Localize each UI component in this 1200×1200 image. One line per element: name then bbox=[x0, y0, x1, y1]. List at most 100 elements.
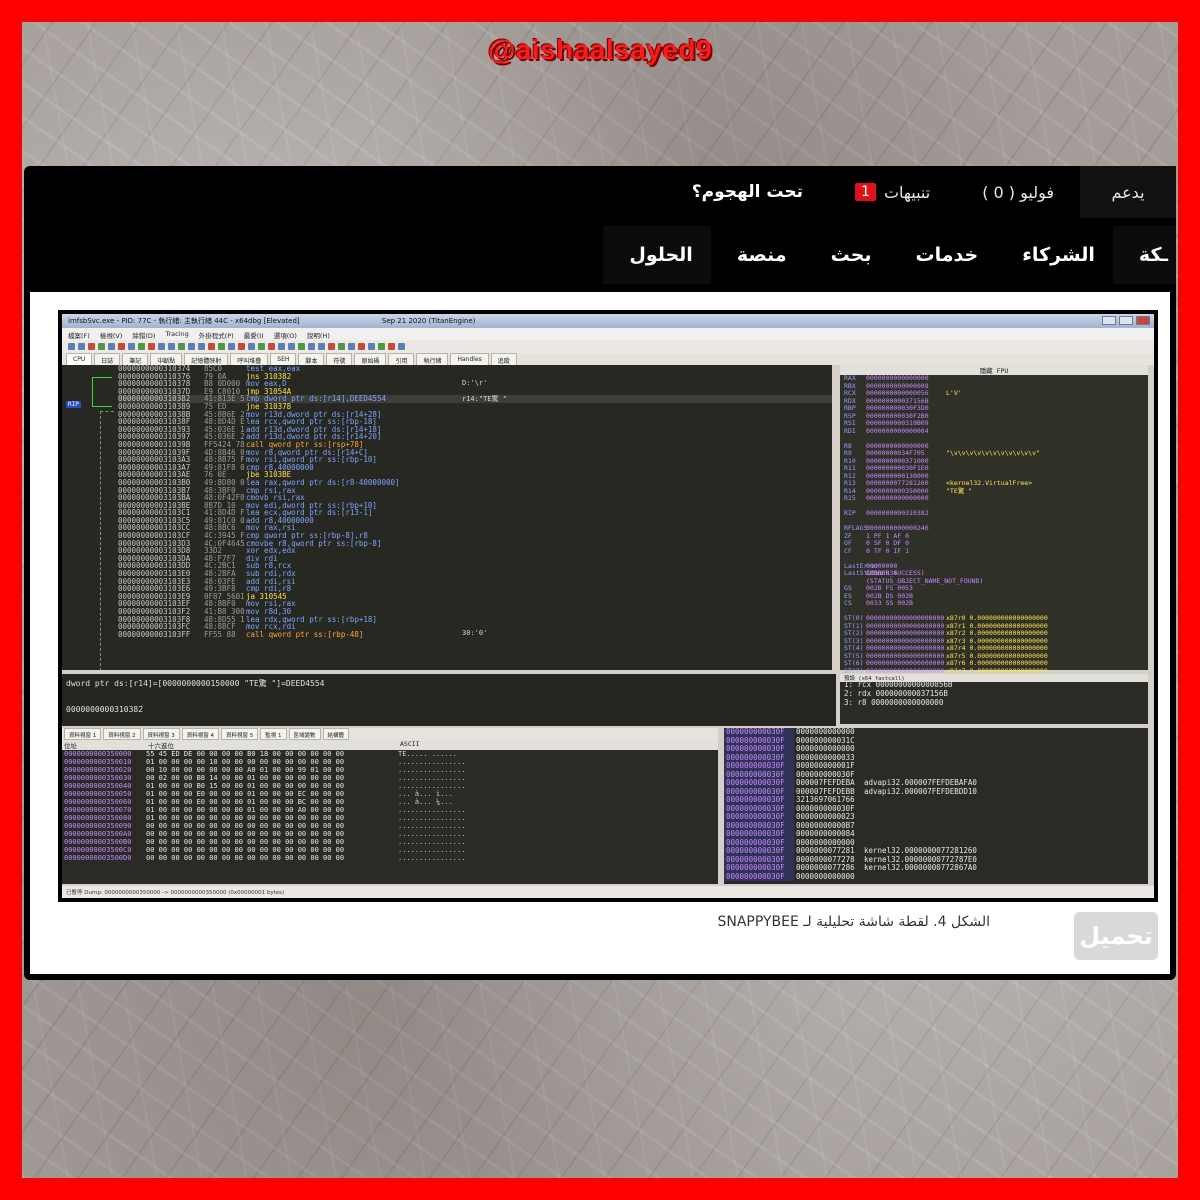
menu-item[interactable]: 檔案(F) bbox=[68, 330, 90, 340]
nav-item-partners[interactable]: الشركاء bbox=[996, 226, 1113, 284]
tab-7[interactable]: 腳本 bbox=[298, 353, 325, 365]
tab-5[interactable]: 呼叫堆疊 bbox=[230, 353, 269, 365]
toolbar-icon[interactable] bbox=[248, 343, 255, 350]
dump-row[interactable]: 0000000000350010 01 00 00 00 00 10 00 00 … bbox=[62, 758, 718, 766]
dump-tab-7[interactable]: 結構體 bbox=[322, 728, 350, 740]
nav-item-research[interactable]: بحث bbox=[805, 226, 890, 284]
toolbar-icon[interactable] bbox=[68, 343, 75, 350]
toolbar-icon[interactable] bbox=[358, 343, 365, 350]
dump-row[interactable]: 0000000000350030 00 02 00 00 B8 14 00 00 … bbox=[62, 774, 718, 782]
dump-tab-3[interactable]: 資料視窗 4 bbox=[181, 728, 219, 740]
dump-tab-6[interactable]: 區域變數 bbox=[288, 728, 321, 740]
toolbar-icon[interactable] bbox=[328, 343, 335, 350]
toolbar-icon[interactable] bbox=[348, 343, 355, 350]
toolbar-icon[interactable] bbox=[228, 343, 235, 350]
toolbar-icon[interactable] bbox=[148, 343, 155, 350]
menu-item[interactable]: 最愛(I) bbox=[244, 330, 264, 340]
toolbar-icon[interactable] bbox=[88, 343, 95, 350]
toolbar-icon[interactable] bbox=[188, 343, 195, 350]
dump-row[interactable]: 0000000000350040 01 00 00 00 B0 15 00 00 … bbox=[62, 782, 718, 790]
stack-row[interactable]: 000000000030F 00000000000B7 bbox=[724, 821, 1148, 830]
tab-12[interactable]: Handles bbox=[450, 353, 489, 365]
menu-item[interactable]: 說明(H) bbox=[307, 330, 330, 340]
toolbar-icon[interactable] bbox=[138, 343, 145, 350]
toolbar-icon[interactable] bbox=[268, 343, 275, 350]
stack-row[interactable]: 000000000030F 3213697061766 bbox=[724, 795, 1148, 805]
support-link[interactable]: يدعم bbox=[1080, 166, 1176, 218]
stack-row[interactable]: 000000000030F 000007FEFDEBB advapi32.00000… bbox=[724, 787, 1148, 796]
tab-10[interactable]: 引用 bbox=[388, 353, 415, 365]
download-button[interactable]: تحميل bbox=[1074, 912, 1158, 960]
dump-row[interactable]: 0000000000350070 01 00 00 00 00 00 00 00 … bbox=[62, 806, 718, 814]
toolbar-icon[interactable] bbox=[338, 343, 345, 350]
stack-row[interactable]: 000000000030F 0000000000000 bbox=[724, 728, 1148, 737]
nav-item-network[interactable]: ـكة bbox=[1112, 226, 1176, 284]
toolbar-icon[interactable] bbox=[108, 343, 115, 350]
dump-row[interactable]: 00000000003500A0 00 00 00 00 00 00 00 00 … bbox=[62, 830, 718, 838]
dump-row[interactable]: 00000000003500B0 00 00 00 00 00 00 00 00 … bbox=[62, 838, 718, 846]
register-row[interactable]: CS 0033 SS 002B bbox=[840, 599, 1148, 608]
dump-row[interactable]: 0000000000350090 00 00 00 00 00 00 00 00 … bbox=[62, 822, 718, 830]
stack-row[interactable]: 000000000030F 0000000000033 bbox=[724, 753, 1148, 762]
nav-item-platform[interactable]: منصة bbox=[711, 226, 805, 284]
tab-3[interactable]: 中斷點 bbox=[150, 353, 183, 365]
stack-row[interactable]: 000000000030F 000000000031C bbox=[724, 736, 1148, 745]
dump-tab-4[interactable]: 資料視窗 5 bbox=[221, 728, 259, 740]
stack-row[interactable]: 000000000030F 0000000000000 bbox=[724, 744, 1148, 754]
menu-item[interactable]: 外掛程式(P) bbox=[199, 330, 234, 340]
toolbar-icon[interactable] bbox=[298, 343, 305, 350]
nav-item-services[interactable]: خدمات bbox=[890, 226, 997, 284]
dump-row[interactable]: 00000000003500D0 00 00 00 00 00 00 00 00 … bbox=[62, 854, 718, 862]
under-attack-link[interactable]: تحت الهجوم؟ bbox=[666, 166, 829, 218]
dump-tab-5[interactable]: 監視 1 bbox=[260, 728, 287, 740]
tab-2[interactable]: 筆記 bbox=[122, 353, 149, 365]
stack-row[interactable]: 000000000030F 0000000077286 kernel32.00000… bbox=[724, 863, 1148, 873]
follow-link[interactable]: فوليو ( 0 ) bbox=[956, 166, 1080, 218]
stack-row[interactable]: 000000000030F 0000000000084 bbox=[724, 829, 1148, 839]
dump-tab-2[interactable]: 資料視窗 3 bbox=[142, 728, 180, 740]
dump-tab-0[interactable]: 資料視窗 1 bbox=[64, 728, 102, 740]
toolbar-icon[interactable] bbox=[308, 343, 315, 350]
menu-item[interactable]: 選項(O) bbox=[274, 330, 297, 340]
menu-item[interactable]: 除錯(D) bbox=[132, 330, 155, 340]
toolbar-icon[interactable] bbox=[258, 343, 265, 350]
tab-0[interactable]: CPU bbox=[66, 353, 93, 365]
dump-row[interactable]: 0000000000350020 00 10 00 00 00 00 00 00 … bbox=[62, 766, 718, 774]
menu-item[interactable]: 檢視(V) bbox=[100, 330, 123, 340]
toolbar-icon[interactable] bbox=[398, 343, 405, 350]
alerts-link[interactable]: تنبيهات 1 bbox=[829, 166, 956, 218]
toolbar-icon[interactable] bbox=[128, 343, 135, 350]
toolbar-icon[interactable] bbox=[78, 343, 85, 350]
dump-row[interactable]: 00000000003500C0 00 00 00 00 00 00 00 00 … bbox=[62, 846, 718, 854]
tab-9[interactable]: 原始碼 bbox=[354, 353, 387, 365]
toolbar-icon[interactable] bbox=[378, 343, 385, 350]
register-row[interactable]: RDI 0000000000000004 bbox=[840, 427, 1148, 436]
toolbar-icon[interactable] bbox=[168, 343, 175, 350]
toolbar-icon[interactable] bbox=[208, 343, 215, 350]
nav-item-solutions[interactable]: الحلول bbox=[603, 226, 711, 284]
tab-8[interactable]: 符號 bbox=[326, 353, 353, 365]
tab-4[interactable]: 記憶體映射 bbox=[184, 353, 229, 365]
dump-tab-1[interactable]: 資料視窗 2 bbox=[103, 728, 141, 740]
register-row[interactable]: R15 0000000000000000 bbox=[840, 494, 1148, 503]
dump-row[interactable]: 0000000000350080 01 00 00 00 00 00 00 00 … bbox=[62, 814, 718, 822]
tab-13[interactable]: 追蹤 bbox=[490, 353, 517, 365]
tab-1[interactable]: 日誌 bbox=[94, 353, 121, 365]
dump-row[interactable]: 0000000000350060 01 00 00 00 E0 00 00 00 … bbox=[62, 798, 718, 806]
stack-row[interactable]: 000000000030F 0000000000023 bbox=[724, 812, 1148, 822]
tab-6[interactable]: SEH bbox=[270, 353, 297, 365]
toolbar-icon[interactable] bbox=[278, 343, 285, 350]
stack-row[interactable]: 000000000030F 0000000000000 bbox=[724, 872, 1148, 881]
disasm-row[interactable]: 0000000000310374 85C0 test eax,eax bbox=[118, 365, 832, 373]
register-row[interactable]: RIP 0000000000310382 bbox=[840, 509, 1148, 518]
toolbar-icon[interactable] bbox=[178, 343, 185, 350]
toolbar-icon[interactable] bbox=[118, 343, 125, 350]
stack-row[interactable]: 000000000030F 000000000001F bbox=[724, 761, 1148, 771]
toolbar-icon[interactable] bbox=[218, 343, 225, 350]
toolbar-icon[interactable] bbox=[158, 343, 165, 350]
tab-11[interactable]: 執行緒 bbox=[416, 353, 449, 365]
toolbar-icon[interactable] bbox=[238, 343, 245, 350]
dump-row[interactable]: 0000000000350050 01 00 00 00 E0 00 00 00 … bbox=[62, 790, 718, 798]
toolbar-icon[interactable] bbox=[368, 343, 375, 350]
dump-row[interactable]: 0000000000350000 55 45 ED DE 00 00 00 00 … bbox=[62, 750, 718, 758]
